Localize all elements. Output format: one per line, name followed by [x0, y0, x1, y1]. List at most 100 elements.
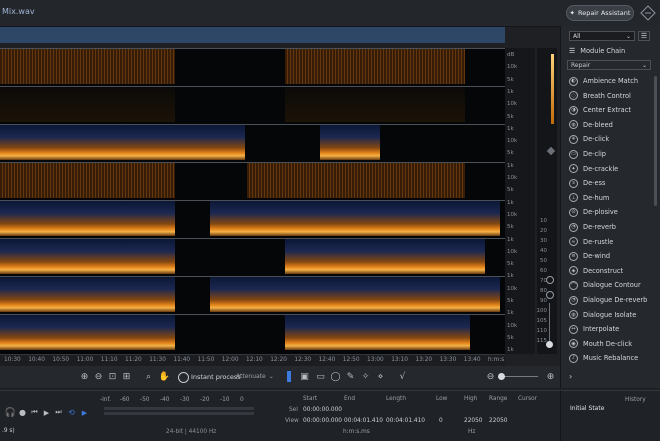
module-item[interactable]: ⊙ De-plosive — [569, 205, 618, 219]
high-field[interactable]: 22050 — [464, 418, 482, 424]
scale-label: 1k — [507, 273, 514, 280]
range-field[interactable]: 22050 — [489, 418, 507, 424]
scale-label: 5k — [507, 261, 514, 268]
zoom-selection-icon[interactable]: ⊡ — [106, 370, 119, 383]
module-item[interactable]: ↔ Interpolate — [569, 322, 619, 336]
module-item[interactable]: ◉ Mouth De-click — [569, 337, 632, 351]
spectrogram-track[interactable] — [0, 200, 505, 236]
scale-label: 1k — [507, 125, 514, 132]
expand-chevron-icon[interactable]: › — [569, 372, 572, 381]
low-field[interactable]: 0 — [439, 418, 443, 424]
module-item[interactable]: ◍ De-bleed — [569, 118, 613, 132]
meter-tick: 100 — [536, 308, 548, 314]
spectrogram-track[interactable] — [0, 238, 505, 274]
level-meter: 10 20 30 40 50 60 70 80 90 100 105 110 115 — [537, 48, 557, 354]
magnify-icon[interactable]: ⌕ — [142, 370, 155, 383]
view-length-field[interactable]: 00:04:01.410 — [386, 418, 425, 424]
timeline-label: h:m:s — [488, 357, 505, 363]
filter-dropdown[interactable]: All ⌄ — [569, 31, 635, 41]
module-item[interactable]: s De-ess — [569, 176, 605, 190]
module-label: Breath Control — [583, 91, 631, 100]
timeline-label: 13:10 — [391, 357, 408, 363]
selection-tool-icon[interactable] — [287, 371, 291, 382]
spectrogram-track[interactable] — [0, 162, 505, 198]
meter-handle-icon[interactable] — [546, 146, 556, 156]
harmonic-select-icon[interactable]: ⋄ — [374, 370, 387, 383]
attenuate-dropdown[interactable]: Attenuate ⌄ — [236, 371, 280, 382]
check-icon[interactable]: √ — [396, 370, 409, 383]
zoom-out-icon[interactable]: ⊖ — [92, 370, 105, 383]
module-item[interactable]: ♪ Music Rebalance — [569, 351, 638, 365]
horizontal-zoom-slider[interactable] — [500, 376, 538, 377]
chevron-down-icon: ⌄ — [641, 61, 647, 69]
audio-segment — [285, 315, 470, 350]
module-chain-label: Module Chain — [580, 47, 626, 55]
module-item[interactable]: ≈ De-rustle — [569, 235, 613, 249]
rect-selection-icon[interactable]: ▭ — [314, 370, 327, 383]
sel-start-field[interactable]: 00:00:00.000 — [303, 407, 342, 413]
attenuate-label: Attenuate — [236, 373, 266, 380]
spectrogram-track[interactable] — [0, 48, 505, 84]
category-dropdown[interactable]: Repair ⌄ — [567, 60, 651, 70]
menu-icon[interactable]: ☰ — [638, 31, 650, 41]
audio-segment — [285, 87, 465, 122]
scale-label: 10k — [507, 285, 518, 292]
scrollbar[interactable] — [654, 76, 657, 206]
module-item[interactable]: ◌ Breath Control — [569, 89, 631, 103]
zoom-in-icon[interactable] — [546, 276, 554, 284]
magic-wand-icon[interactable]: ✧ — [359, 370, 372, 383]
module-label: De-crackle — [583, 164, 619, 173]
zoom-in-icon[interactable]: ⊕ — [78, 370, 91, 383]
zoom-in-small-icon[interactable]: ⊕ — [544, 370, 557, 383]
zoom-fit-icon[interactable]: ⊞ — [120, 370, 133, 383]
time-format-label: h:m:s.ms — [343, 429, 370, 435]
module-item[interactable]: ◔ Dialogue De-reverb — [569, 293, 647, 307]
spectrogram-track[interactable] — [0, 314, 505, 350]
module-label: Center Extract — [583, 106, 631, 115]
module-item[interactable]: ✦ De-crackle — [569, 162, 618, 176]
lasso-icon[interactable]: ◯ — [329, 370, 342, 383]
module-item[interactable]: ≋ De-wind — [569, 249, 610, 263]
module-item[interactable]: ◔ De-reverb — [569, 220, 616, 234]
time-selection-icon[interactable]: ▣ — [298, 370, 311, 383]
title-bar: Mix.wav ✦ Repair Assistant — [0, 0, 660, 27]
audio-segment — [0, 315, 175, 350]
module-item[interactable]: ▭ De-clip — [569, 147, 606, 161]
module-icon: ⊥ — [569, 193, 578, 203]
spectrogram-track[interactable] — [0, 124, 505, 160]
module-label: Music Rebalance — [583, 354, 639, 363]
zoom-slider[interactable] — [549, 303, 550, 343]
view-end-field[interactable]: 00:04:01.410 — [344, 418, 383, 424]
scale-label: 10k — [507, 175, 518, 181]
module-item[interactable]: ◐ Ambience Match — [569, 74, 638, 88]
repair-assistant-button[interactable]: ✦ Repair Assistant — [566, 5, 634, 21]
module-icon: ◉ — [569, 339, 578, 349]
spectrogram-display[interactable] — [0, 48, 505, 354]
horizontal-zoom-handle[interactable] — [498, 373, 505, 380]
audio-segment — [0, 163, 175, 198]
play-selection-icon[interactable]: ▶ — [78, 406, 91, 419]
module-item[interactable]: ◍ Dialogue Isolate — [569, 308, 636, 322]
skip-forward-icon[interactable]: ⏭ — [52, 406, 65, 419]
module-label: De-ess — [583, 179, 606, 188]
module-item[interactable]: ⊥ De-hum — [569, 191, 609, 205]
module-item[interactable]: ◑ Center Extract — [569, 103, 631, 117]
instant-process-toggle[interactable] — [178, 372, 189, 383]
zoom-slider-handle[interactable] — [546, 341, 553, 348]
view-start-field[interactable]: 00:00:00.000 — [303, 418, 342, 424]
module-item[interactable]: ⌒ Dialogue Contour — [569, 278, 641, 292]
module-icon: ◍ — [569, 120, 578, 130]
spectrogram-track[interactable] — [0, 276, 505, 312]
meter-tick: 80 — [540, 288, 547, 294]
zoom-out-small-icon[interactable]: ⊖ — [484, 370, 497, 383]
history-item[interactable]: Initial State — [570, 405, 604, 412]
loop-icon[interactable]: ⟲ — [65, 406, 78, 419]
module-item[interactable]: ◈ Deconstruct — [569, 264, 623, 278]
zoom-out-icon[interactable] — [546, 291, 554, 299]
brush-icon[interactable]: ✎ — [344, 370, 357, 383]
waveform-overview[interactable] — [0, 27, 505, 43]
hand-icon[interactable]: ✋ — [158, 370, 171, 383]
spectrogram-track[interactable] — [0, 86, 505, 122]
module-chain-item[interactable]: ☰ Module Chain — [569, 44, 625, 58]
module-item[interactable]: ✳ De-click — [569, 132, 609, 146]
